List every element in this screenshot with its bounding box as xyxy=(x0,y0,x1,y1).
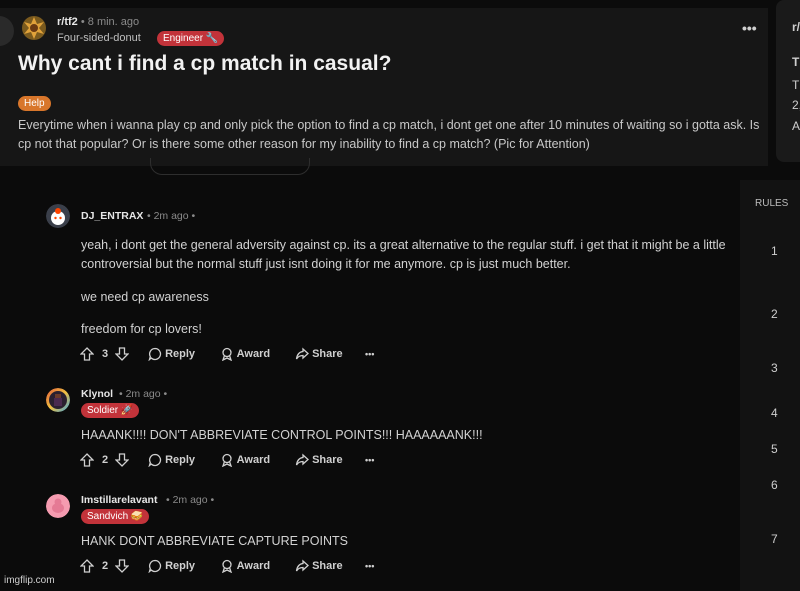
share-button[interactable]: Share xyxy=(295,453,343,467)
share-button[interactable]: Share xyxy=(295,347,343,361)
upvote-icon xyxy=(79,347,95,361)
upvote-button[interactable] xyxy=(79,559,95,573)
share-label: Share xyxy=(312,453,343,466)
community-desc-2: 2, xyxy=(792,98,800,112)
community-info-card: r/ T Th 2, A xyxy=(776,0,800,162)
reply-button[interactable]: Reply xyxy=(148,347,196,362)
award-icon xyxy=(221,453,233,468)
reply-label: Reply xyxy=(165,453,196,466)
vote-count: 2 xyxy=(102,454,109,466)
comment-time: • 2m ago • xyxy=(147,210,196,222)
share-button[interactable]: Share xyxy=(295,559,343,573)
community-desc-3: A xyxy=(792,119,800,133)
reply-label: Reply xyxy=(165,559,196,572)
vote-count: 3 xyxy=(102,348,109,360)
avatar-icon[interactable] xyxy=(46,204,70,228)
downvote-icon xyxy=(114,559,130,573)
comment-time: • 2m ago • xyxy=(119,388,168,400)
community-name: r/ xyxy=(792,20,800,34)
post-time: • 8 min. ago xyxy=(80,16,140,28)
share-icon xyxy=(295,347,309,360)
rule-item[interactable]: 2 xyxy=(771,307,778,321)
reply-icon xyxy=(148,347,162,362)
award-button[interactable]: Award xyxy=(220,453,271,468)
vote-count: 2 xyxy=(102,560,109,572)
post-title: Why cant i find a cp match in casual? xyxy=(18,52,392,75)
rule-item[interactable]: 6 xyxy=(771,478,778,492)
comment-paragraph: yeah, i dont get the general adversity a… xyxy=(81,238,726,271)
downvote-button[interactable] xyxy=(114,559,130,573)
award-button[interactable]: Award xyxy=(220,559,271,574)
post-header: r/tf2 • 8 min. ago xyxy=(57,16,139,28)
rule-item[interactable]: 1 xyxy=(771,244,778,258)
community-desc-1: Th xyxy=(792,78,800,92)
community-title: T xyxy=(792,55,800,69)
upvote-button[interactable] xyxy=(79,453,95,467)
comment-paragraph: we need cp awareness xyxy=(81,290,209,304)
rule-item[interactable]: 5 xyxy=(771,442,778,456)
author-flair: Engineer 🔧 xyxy=(157,31,225,46)
award-button[interactable]: Award xyxy=(220,347,271,362)
share-label: Share xyxy=(312,347,343,360)
comment-paragraph: HANK DONT ABBREVIATE CAPTURE POINTS xyxy=(81,534,348,548)
comment-more-button[interactable]: ••• xyxy=(365,349,374,359)
subreddit-link[interactable]: r/tf2 xyxy=(57,16,78,28)
reply-icon xyxy=(148,453,162,468)
share-label: Share xyxy=(312,559,343,572)
reply-icon xyxy=(148,559,162,574)
award-icon xyxy=(221,559,233,574)
reply-label: Reply xyxy=(165,347,196,360)
rule-item[interactable]: 7 xyxy=(771,532,778,546)
comment-time: • 2m ago • xyxy=(166,494,215,506)
rules-sidebar xyxy=(740,180,800,591)
comment-username[interactable]: DJ_ENTRAX xyxy=(81,210,143,222)
upvote-icon xyxy=(79,453,95,467)
post-author[interactable]: Four-sided-donut xyxy=(57,32,141,44)
downvote-icon xyxy=(114,453,130,467)
comment-paragraph: freedom for cp lovers! xyxy=(81,322,202,336)
downvote-button[interactable] xyxy=(114,453,130,467)
reply-button[interactable]: Reply xyxy=(148,453,196,468)
subreddit-logo-icon[interactable] xyxy=(20,14,48,42)
reply-button[interactable]: Reply xyxy=(148,559,196,574)
comment-more-button[interactable]: ••• xyxy=(365,455,374,465)
comment-box-edge[interactable] xyxy=(150,158,310,175)
user-flair: Soldier 🚀 xyxy=(81,403,140,418)
award-icon xyxy=(221,347,233,362)
downvote-button[interactable] xyxy=(114,347,130,361)
post-tag-help[interactable]: Help xyxy=(18,96,51,111)
top-strip xyxy=(0,0,800,8)
user-flair: Sandvich 🥪 xyxy=(81,509,150,524)
share-icon xyxy=(295,453,309,466)
comment-username[interactable]: Klynol xyxy=(81,388,113,400)
downvote-icon xyxy=(114,347,130,361)
upvote-button[interactable] xyxy=(79,347,95,361)
post-body: Everytime when i wanna play cp and only … xyxy=(18,118,760,151)
comment-username[interactable]: Imstillarelavant xyxy=(81,494,157,506)
comment-paragraph: HAAANK!!!! DON'T ABBREVIATE CONTROL POIN… xyxy=(81,428,483,442)
award-label: Award xyxy=(236,347,271,360)
upvote-icon xyxy=(79,559,95,573)
watermark: imgflip.com xyxy=(4,575,55,586)
rule-item[interactable]: 3 xyxy=(771,361,778,375)
avatar-icon[interactable] xyxy=(46,494,70,518)
comment-more-button[interactable]: ••• xyxy=(365,561,374,571)
rules-heading: RULES xyxy=(755,198,789,209)
post-more-options-button[interactable]: ••• xyxy=(742,20,757,36)
avatar-icon[interactable] xyxy=(46,388,70,412)
rule-item[interactable]: 4 xyxy=(771,406,778,420)
award-label: Award xyxy=(236,453,271,466)
share-icon xyxy=(295,559,309,572)
award-label: Award xyxy=(236,559,271,572)
